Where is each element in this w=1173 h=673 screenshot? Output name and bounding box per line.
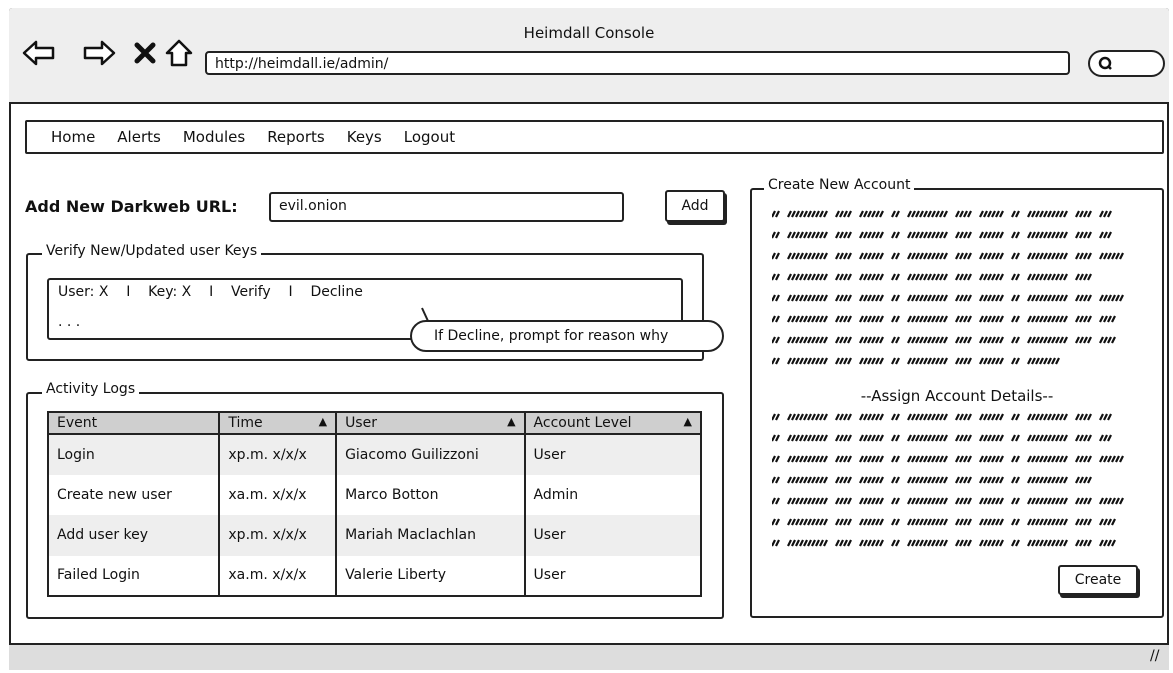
cell-time: xa.m. x/x/x — [219, 474, 338, 515]
menu-modules[interactable]: Modules — [183, 128, 245, 146]
cell-account-level: User — [524, 555, 703, 596]
scribble-line — [772, 252, 1124, 260]
scribble-line — [772, 413, 1112, 421]
resize-grip-icon[interactable]: // — [1150, 648, 1159, 664]
darkweb-url-input[interactable]: evil.onion — [269, 192, 624, 222]
scribble-line — [772, 455, 1124, 463]
scribble-line — [772, 434, 1112, 442]
sort-icon[interactable]: ▲ — [319, 415, 327, 428]
scribble-line — [772, 336, 1116, 344]
cell-account-level: User — [524, 434, 703, 475]
scribble-line — [772, 210, 1112, 218]
scribble-line — [772, 497, 1124, 505]
add-url-label: Add New Darkweb URL: — [25, 197, 238, 216]
main-menu: Home Alerts Modules Reports Keys Logout — [25, 120, 1164, 154]
column-header-event[interactable]: Event — [48, 412, 221, 435]
add-url-button[interactable]: Add — [665, 190, 725, 222]
assign-details-heading: --Assign Account Details-- — [860, 387, 1054, 405]
cell-time: xa.m. x/x/x — [219, 555, 338, 596]
verify-key-row[interactable]: User: X I Key: X I Verify I Decline — [58, 284, 363, 300]
home-icon[interactable] — [162, 38, 196, 68]
menu-logout[interactable]: Logout — [404, 128, 455, 146]
table-row[interactable]: Failed Login xa.m. x/x/x Valerie Liberty… — [48, 555, 703, 596]
cell-event: Failed Login — [48, 555, 221, 596]
table-row[interactable]: Add user key xp.m. x/x/x Mariah Maclachl… — [48, 515, 703, 556]
cell-user: Giacomo Guilizzoni — [336, 434, 526, 475]
menu-home[interactable]: Home — [51, 128, 95, 146]
browser-statusbar — [9, 643, 1169, 670]
cell-user: Marco Botton — [336, 474, 526, 515]
forward-arrow-icon[interactable] — [82, 38, 116, 68]
cell-time: xp.m. x/x/x — [219, 515, 338, 556]
cell-account-level: User — [524, 515, 703, 556]
scribble-line — [772, 273, 1092, 281]
scribble-line — [772, 357, 1060, 365]
menu-alerts[interactable]: Alerts — [117, 128, 161, 146]
search-icon — [1098, 56, 1112, 70]
table-header-row: Event Time ▲ User ▲ Account Level ▲ — [48, 412, 703, 435]
create-account-button[interactable]: Create — [1058, 565, 1138, 595]
sort-icon[interactable]: ▲ — [684, 415, 692, 428]
menu-keys[interactable]: Keys — [347, 128, 382, 146]
create-account-legend: Create New Account — [764, 177, 915, 193]
scribble-line — [772, 518, 1116, 526]
cell-user: Mariah Maclachlan — [336, 515, 526, 556]
verify-keys-legend: Verify New/Updated user Keys — [42, 243, 262, 259]
activity-logs-legend: Activity Logs — [42, 381, 140, 397]
column-header-account-level[interactable]: Account Level ▲ — [524, 412, 703, 435]
table-row[interactable]: Login xp.m. x/x/x Giacomo Guilizzoni Use… — [48, 434, 703, 475]
column-header-time[interactable]: Time ▲ — [219, 412, 338, 435]
activity-log-table: Event Time ▲ User ▲ Account Level ▲ Login x… — [47, 411, 703, 597]
cell-user: Valerie Liberty — [336, 555, 526, 596]
scribble-line — [772, 315, 1116, 323]
cell-event: Login — [48, 434, 221, 475]
scribble-line — [772, 231, 1112, 239]
sort-icon[interactable]: ▲ — [507, 415, 515, 428]
scribble-line — [772, 476, 1092, 484]
scribble-line — [772, 539, 1116, 547]
browser-search-field[interactable] — [1088, 50, 1165, 77]
cell-account-level: Admin — [524, 474, 703, 515]
cell-time: xp.m. x/x/x — [219, 434, 338, 475]
table-row[interactable]: Create new user xa.m. x/x/x Marco Botton… — [48, 474, 703, 515]
decline-callout: If Decline, prompt for reason why — [410, 320, 724, 352]
cell-event: Add user key — [48, 515, 221, 556]
cell-event: Create new user — [48, 474, 221, 515]
more-keys-ellipsis: . . . — [58, 314, 81, 330]
column-header-user[interactable]: User ▲ — [336, 412, 526, 435]
back-arrow-icon[interactable] — [22, 38, 56, 68]
stop-x-icon[interactable] — [128, 38, 162, 68]
menu-reports[interactable]: Reports — [267, 128, 325, 146]
url-field[interactable]: http://heimdall.ie/admin/ — [205, 51, 1070, 75]
scribble-line — [772, 294, 1124, 302]
